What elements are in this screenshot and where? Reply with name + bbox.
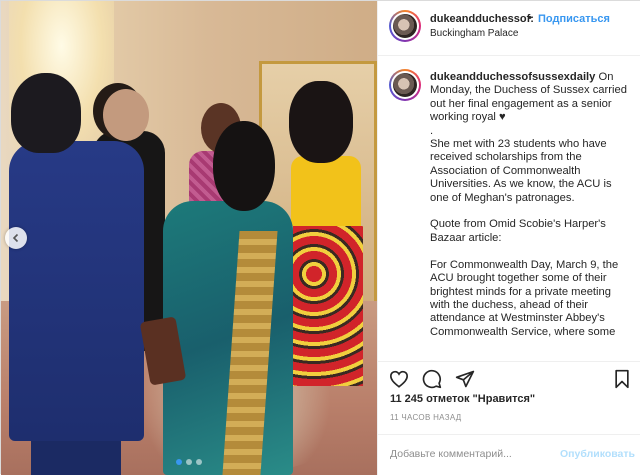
heart-icon bbox=[389, 370, 409, 388]
caption-avatar[interactable] bbox=[389, 69, 421, 101]
follow-button[interactable]: Подписаться bbox=[538, 13, 610, 25]
separator-dot: • bbox=[528, 12, 532, 24]
post-location[interactable]: Buckingham Palace bbox=[430, 28, 518, 39]
action-bar bbox=[378, 361, 640, 393]
chevron-left-icon bbox=[12, 233, 19, 243]
avatar[interactable] bbox=[389, 10, 421, 42]
post-header: dukeandduchessof: • Подписаться Buckingh… bbox=[378, 1, 640, 56]
comment-icon bbox=[422, 369, 442, 389]
person-sari-head bbox=[213, 121, 275, 211]
save-button[interactable] bbox=[611, 368, 633, 390]
share-icon bbox=[455, 370, 475, 388]
post-dialog: dukeandduchessof: • Подписаться Buckingh… bbox=[0, 0, 640, 475]
post-photo[interactable] bbox=[1, 1, 377, 475]
carousel-prev-button[interactable] bbox=[5, 227, 27, 249]
carousel-dot bbox=[176, 459, 182, 465]
person-suit-head bbox=[11, 73, 81, 153]
comment-input[interactable]: Добавьте комментарий... bbox=[390, 448, 512, 460]
person-yellow-head bbox=[289, 81, 353, 163]
caption-text: dukeandduchessofsussexdaily On Monday, t… bbox=[430, 71, 630, 339]
like-button[interactable] bbox=[388, 368, 410, 390]
bookmark-icon bbox=[615, 369, 629, 389]
comment-button[interactable] bbox=[421, 368, 443, 390]
carousel-dot bbox=[186, 459, 192, 465]
share-button[interactable] bbox=[454, 368, 476, 390]
publish-button[interactable]: Опубликовать bbox=[560, 448, 635, 460]
post-timestamp[interactable]: 11 ЧАСОВ НАЗАД bbox=[390, 413, 461, 422]
caption-body: On Monday, the Duchess of Sussex carried… bbox=[430, 71, 627, 338]
post-username[interactable]: dukeandduchessof: bbox=[430, 13, 534, 25]
person-black-head bbox=[103, 89, 149, 141]
person-yellow-top bbox=[291, 156, 361, 226]
caption-area: dukeandduchessofsussexdaily On Monday, t… bbox=[378, 57, 640, 360]
likes-count[interactable]: 11 245 отметок "Нравится" bbox=[390, 393, 535, 405]
caption-username[interactable]: dukeandduchessofsussexdaily bbox=[430, 71, 595, 83]
person-print-dress bbox=[293, 226, 363, 386]
carousel-indicator bbox=[1, 459, 377, 465]
comment-bar: Добавьте комментарий... Опубликовать bbox=[378, 434, 640, 475]
person-blue-suit bbox=[9, 141, 144, 441]
post-sidebar: dukeandduchessof: • Подписаться Buckingh… bbox=[377, 1, 640, 475]
carousel-dot bbox=[196, 459, 202, 465]
